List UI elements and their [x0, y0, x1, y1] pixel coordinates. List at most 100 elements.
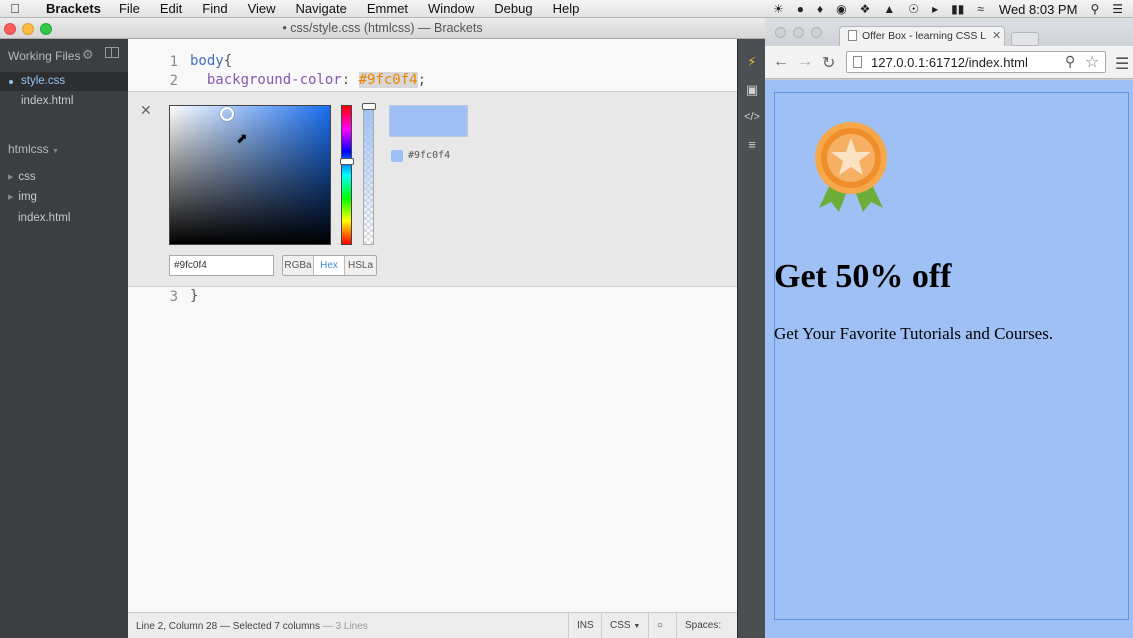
- brackets-titlebar: • css/style.css (htmlcss) — Brackets: [0, 18, 765, 39]
- inline-color-editor: ✕ ⬈ #9fc0f4 RGBa Hex HSLa: [128, 91, 737, 287]
- notification-center-icon[interactable]: ☰: [1112, 2, 1123, 16]
- cursor-position-status: Line 2, Column 28 — Selected 7 columns —…: [136, 621, 368, 632]
- chrome-minimize-button[interactable]: [793, 27, 804, 38]
- minimize-window-button[interactable]: [22, 23, 34, 35]
- chrome-close-button[interactable]: [775, 27, 786, 38]
- close-icon[interactable]: ✕: [140, 102, 152, 119]
- menu-view[interactable]: View: [248, 1, 276, 16]
- split-view-icon[interactable]: [105, 47, 119, 58]
- page-icon: [853, 56, 862, 68]
- apple-icon[interactable]: : [0, 1, 30, 16]
- menu-edit[interactable]: Edit: [160, 1, 182, 16]
- line-count: — 3 Lines: [322, 621, 368, 632]
- search-icon[interactable]: ⚲: [1090, 2, 1099, 16]
- chrome-menu-icon[interactable]: ☰: [1115, 54, 1129, 74]
- chrome-window: Offer Box - learning CSS L ✕ ← → ↻ 127.0…: [765, 18, 1133, 638]
- opacity-slider[interactable]: [363, 105, 374, 245]
- working-file-label: style.css: [21, 75, 66, 87]
- live-preview-icon[interactable]: ⚡: [743, 53, 761, 71]
- record-icon[interactable]: ◉: [836, 2, 846, 16]
- insert-mode-toggle[interactable]: INS: [568, 613, 602, 638]
- project-dropdown[interactable]: htmlcss ▼: [8, 142, 59, 156]
- close-brace: }: [190, 288, 199, 304]
- used-color-swatch[interactable]: [391, 150, 403, 162]
- format-hex-button[interactable]: Hex: [314, 256, 345, 275]
- tree-item-css[interactable]: ▶ css: [8, 171, 36, 183]
- chat-icon[interactable]: ●: [797, 2, 804, 16]
- drive-icon[interactable]: ▲: [883, 2, 895, 16]
- menu-app-name[interactable]: Brackets: [46, 1, 101, 16]
- tree-item-index-html[interactable]: index.html: [18, 212, 70, 224]
- folder-triangle-icon: ▶: [8, 173, 14, 181]
- layers-icon[interactable]: ≡: [743, 136, 761, 154]
- zoom-icon[interactable]: ⚲: [1065, 53, 1075, 70]
- project-name: htmlcss: [8, 142, 49, 156]
- indent-spaces-setting[interactable]: Spaces: 2: [676, 613, 737, 638]
- close-window-button[interactable]: [4, 23, 16, 35]
- forward-arrow-icon[interactable]: →: [797, 53, 813, 71]
- working-file-style-css[interactable]: style.css: [0, 72, 128, 91]
- chrome-zoom-button[interactable]: [811, 27, 822, 38]
- extension-manager-icon[interactable]: ▣: [743, 81, 761, 99]
- modified-dot-icon: [9, 80, 13, 84]
- battery-icon[interactable]: ▮▮: [951, 2, 964, 16]
- offer-subheading: Get Your Favorite Tutorials and Courses.: [774, 324, 1054, 343]
- menu-debug[interactable]: Debug: [494, 1, 532, 16]
- code-tag-icon[interactable]: </>: [743, 108, 761, 126]
- dropbox-icon[interactable]: ❖: [860, 2, 871, 16]
- menu-emmet[interactable]: Emmet: [367, 1, 408, 16]
- browser-tab[interactable]: Offer Box - learning CSS L ✕: [839, 26, 1005, 46]
- saturation-lightness-picker[interactable]: ⬈: [169, 105, 331, 245]
- code-editor[interactable]: 1 2 body{ background-color: #9fc0f4; ✕ ⬈…: [128, 39, 737, 638]
- language-select[interactable]: CSS ▼: [601, 613, 648, 638]
- format-rgba-button[interactable]: RGBa: [283, 256, 314, 275]
- volume-icon[interactable]: ▸: [932, 2, 938, 16]
- brightness-icon[interactable]: ☀: [773, 2, 784, 16]
- hue-slider-handle[interactable]: [340, 158, 354, 165]
- address-bar[interactable]: 127.0.0.1:61712/index.html ⚲ ☆: [846, 51, 1106, 73]
- working-file-label: index.html: [21, 95, 74, 107]
- hue-slider[interactable]: [341, 105, 352, 245]
- opacity-slider-handle[interactable]: [362, 103, 376, 110]
- back-arrow-icon[interactable]: ←: [773, 53, 789, 71]
- working-file-index-html[interactable]: index.html: [0, 92, 128, 111]
- current-color-swatch: [389, 105, 468, 137]
- menu-navigate[interactable]: Navigate: [296, 1, 347, 16]
- format-hsla-button[interactable]: HSLa: [345, 256, 376, 275]
- line-number: 2: [169, 73, 178, 89]
- menu-find[interactable]: Find: [202, 1, 227, 16]
- semicolon: ;: [417, 72, 427, 88]
- gear-icon[interactable]: ⚙: [82, 47, 94, 63]
- saturation-handle[interactable]: [220, 107, 234, 121]
- tree-item-img[interactable]: ▶ img: [8, 191, 37, 203]
- code-line-3[interactable]: }: [190, 288, 198, 304]
- working-files-header: Working Files: [8, 49, 81, 63]
- css-property: background-color: [206, 72, 342, 88]
- zoom-window-button[interactable]: [40, 23, 52, 35]
- used-color-label[interactable]: #9fc0f4: [408, 150, 450, 161]
- close-tab-icon[interactable]: ✕: [992, 29, 1001, 42]
- new-tab-button[interactable]: [1011, 32, 1039, 46]
- bookmark-star-icon[interactable]: ☆: [1085, 52, 1099, 72]
- wifi-icon[interactable]: ≈: [977, 2, 984, 16]
- menu-bar:  Brackets File Edit Find View Navigate …: [0, 0, 1133, 18]
- notification-bell-icon[interactable]: ♦: [817, 2, 823, 16]
- open-brace: {: [223, 53, 233, 69]
- tab-title: Offer Box - learning CSS L: [862, 30, 986, 42]
- color-value-input[interactable]: [169, 255, 274, 276]
- language-label: CSS: [610, 620, 631, 631]
- linter-status-icon[interactable]: ○: [648, 613, 671, 638]
- colon: :: [341, 72, 351, 88]
- menu-help[interactable]: Help: [553, 1, 580, 16]
- code-line-2[interactable]: background-color: #9fc0f4;: [190, 72, 426, 88]
- reload-icon[interactable]: ↻: [822, 53, 835, 73]
- code-line-1[interactable]: body{: [190, 53, 232, 69]
- menubar-clock[interactable]: Wed 8:03 PM: [999, 2, 1078, 17]
- cursor-position: Line 2, Column 28 — Selected 7 columns: [136, 621, 320, 632]
- url-text[interactable]: 127.0.0.1:61712/index.html: [871, 55, 1028, 70]
- menu-file[interactable]: File: [119, 1, 140, 16]
- menu-window[interactable]: Window: [428, 1, 474, 16]
- chrome-toolbar: ← → ↻ 127.0.0.1:61712/index.html ⚲ ☆ ☰: [765, 46, 1133, 79]
- sync-icon[interactable]: ☉: [908, 2, 919, 16]
- css-value-selected[interactable]: #9fc0f4: [358, 72, 418, 88]
